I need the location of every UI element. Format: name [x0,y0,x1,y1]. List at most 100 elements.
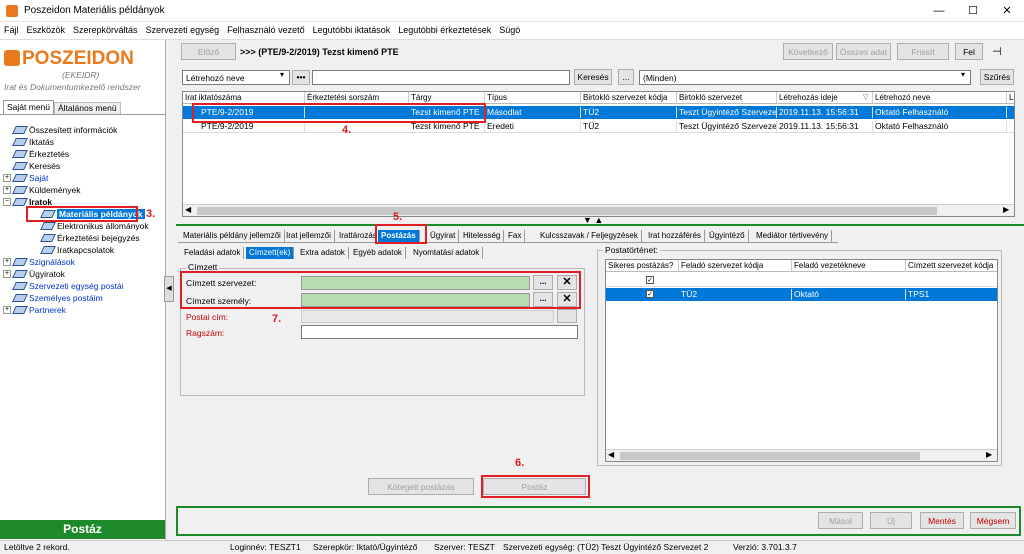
tree-item[interactable]: Partnerek [12,304,66,316]
cell-letrehozo-neve: Oktató Felhasználó [873,107,1007,118]
header-targy[interactable]: Tárgy [409,92,485,103]
masol-button[interactable]: Másol [818,512,863,529]
tree-item[interactable]: Összesített információk [12,124,117,136]
header-erkeztetesi-sorszam[interactable]: Érkeztetési sorszám [305,92,409,103]
postai-cim-field[interactable] [301,310,554,323]
uj-button[interactable]: Új [870,512,912,529]
tree-item-label: Iratkapcsolatok [57,245,115,255]
subtab-4[interactable]: Nyomtatási adatok [410,247,484,259]
search-input[interactable] [312,70,570,85]
pt-row[interactable]: ✓ [606,274,997,287]
folder-icon [12,198,28,206]
megsem-button[interactable]: Mégsem [970,512,1016,529]
header-l[interactable]: L [1007,92,1014,103]
subtab-0[interactable]: Feladási adatok [181,247,245,259]
ragszam-field[interactable] [301,325,578,339]
tab-1[interactable]: Irat jellemzői [283,230,335,242]
header-iktatoszam[interactable]: Irat iktatószáma [183,92,305,103]
dropdown-arrow-icon[interactable]: ▾ [280,70,284,79]
tab-altalanos-menu[interactable]: Általános menü [54,102,121,114]
header-letrehozo-neve[interactable]: Létrehozó neve [873,92,1007,103]
tab-sajat-menu[interactable]: Saját menü [3,100,54,114]
ellipsis-button[interactable]: ... [618,69,634,85]
menu-szerepkorvaltas[interactable]: Szerepkörváltás [69,22,142,35]
options-button[interactable]: ••• [292,70,310,85]
minimize-icon[interactable]: — [922,0,956,22]
scroll-thumb[interactable] [620,452,920,460]
expand-icon[interactable]: + [3,270,11,278]
close-icon[interactable]: ✕ [990,0,1024,22]
menu-sugo[interactable]: Súgó [495,22,524,35]
menu-szervezeti-egyseg[interactable]: Szervezeti egység [142,22,224,35]
up-button[interactable]: Fel [955,43,983,60]
expand-icon[interactable]: + [3,186,11,194]
subtab-2[interactable]: Extra adatok [297,247,349,259]
tab-8[interactable]: Irat hozzáférés [645,230,705,242]
tree-item[interactable]: Iktatás [12,136,54,148]
scroll-left-icon[interactable]: ◀ [608,450,614,459]
kotegelt-postazas-button[interactable]: Kötegelt postázás [368,478,474,495]
scroll-right-icon[interactable]: ▶ [986,450,992,459]
pt-header-cimzett-kod[interactable]: Címzett szervezet kódja [906,260,997,272]
pin-icon[interactable]: ⊣ [992,45,1002,58]
tree-item[interactable]: Érkeztetés [12,148,69,160]
collapse-icon[interactable]: − [3,198,11,206]
next-button[interactable]: Következő [783,43,833,60]
tree-item[interactable]: Érkeztetési bejegyzés [40,232,140,244]
all-data-button[interactable]: Összes adat [836,43,891,60]
tab-7[interactable]: Kulcsszavak / Feljegyzések [537,230,642,242]
mentes-button[interactable]: Mentés [920,512,964,529]
tree-item[interactable]: Iratkapcsolatok [40,244,115,256]
header-birtoklo-kod[interactable]: Birtokló szervezet kódja [581,92,677,103]
header-tipus[interactable]: Típus [485,92,581,103]
filter-select[interactable]: (Minden) [639,70,971,85]
tree-item[interactable]: Ügyiratok [12,268,65,280]
tree-item[interactable]: Küldemények [12,184,81,196]
tab-5[interactable]: Hitelesség [460,230,505,242]
menu-felhasznalo-vezeto[interactable]: Felhasználó vezető [223,22,309,35]
filter-arrow-icon[interactable]: ▾ [961,70,965,79]
tree-item[interactable]: Szignálások [12,256,75,268]
search-field-dropdown[interactable]: Létrehozó neve [182,70,290,85]
expand-icon[interactable]: + [3,306,11,314]
tab-10[interactable]: Mediátor tértivevény [753,230,833,242]
pt-header-felado-kod[interactable]: Feladó szervezet kódja [679,260,792,272]
filter-button[interactable]: Szűrés [980,69,1014,85]
tab-6[interactable]: Fax [505,230,526,242]
tree-item[interactable]: Saját [12,172,49,184]
pt-header-felado-vezeteknev[interactable]: Feladó vezetékneve [792,260,906,272]
header-letrehozas-ideje[interactable]: Létrehozás ideje [777,92,873,103]
tab-0[interactable]: Materiális példány jellemzői [180,230,285,242]
previous-button[interactable]: Előző [181,43,236,60]
scroll-thumb[interactable] [197,207,937,215]
tree-item[interactable]: Szervezeti egység postái [12,280,124,292]
refresh-button[interactable]: Frissít [897,43,949,60]
checkbox-icon[interactable]: ✓ [646,276,654,284]
header-birtoklo-szervezet[interactable]: Birtokló szervezet [677,92,777,103]
annotation-6: 6. [515,457,525,469]
postai-cim-button[interactable] [557,309,577,323]
tab-9[interactable]: Ügyintéző [706,230,749,242]
tree-item[interactable]: Személyes postáim [12,292,103,304]
subtab-1[interactable]: Címzett(ek) [246,247,295,259]
expand-icon[interactable]: + [3,258,11,266]
subtab-3[interactable]: Egyéb adatok [350,247,406,259]
pt-horizontal-scrollbar[interactable]: ◀ ▶ [606,449,997,461]
menu-legutobbi-iktatasok[interactable]: Legutóbbi iktatások [309,22,395,35]
cell-birtoklo-szervezet: Teszt Ügyintéző Szervezet [679,107,777,118]
tree-item-label: Saját [29,173,49,183]
menu-legutobbi-erkeztetesek[interactable]: Legutóbbi érkeztetések [394,22,495,35]
tab-4[interactable]: Ügyirat [427,230,460,242]
scroll-right-icon[interactable]: ▶ [1003,205,1009,214]
menu-eszkozok[interactable]: Eszközök [23,22,70,35]
menu-fajl[interactable]: Fájl [0,22,23,35]
maximize-icon[interactable]: ☐ [956,0,990,22]
tree-item[interactable]: Keresés [12,160,60,172]
pt-header-sikeres[interactable]: Sikeres postázás? [606,260,679,272]
scroll-left-icon[interactable]: ◀ [185,205,191,214]
checkbox-icon[interactable]: ✓ [646,290,654,298]
annotation-5: 5. [393,211,403,223]
collapse-pane-button[interactable]: ◀ [164,276,174,302]
search-button[interactable]: Keresés [574,69,612,85]
expand-icon[interactable]: + [3,174,11,182]
